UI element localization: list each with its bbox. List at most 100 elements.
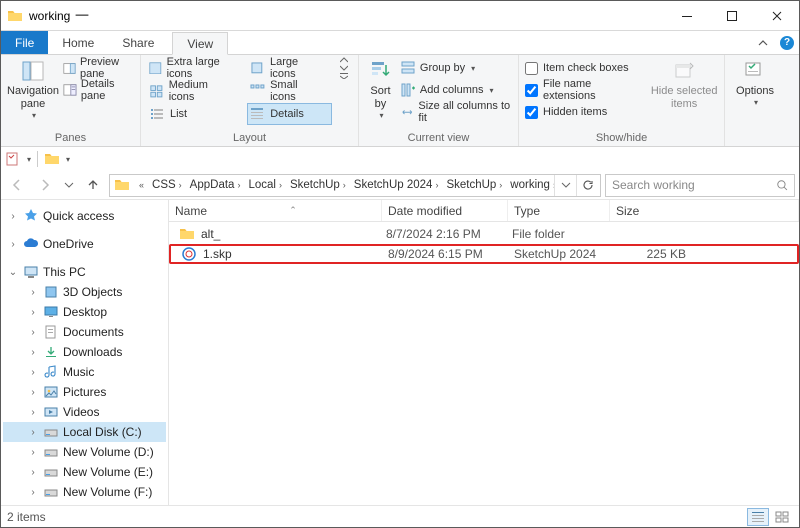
- hidden-items-check[interactable]: Hidden items: [525, 101, 646, 123]
- nav-folder[interactable]: ›Music: [3, 362, 166, 382]
- file-row[interactable]: 1.skp8/9/2024 6:15 PMSketchUp 2024225 KB: [169, 244, 799, 264]
- folder-icon: [7, 8, 23, 24]
- breadcrumb-segment[interactable]: CSS›: [148, 179, 186, 191]
- nav-folder[interactable]: ›3D Objects: [3, 282, 166, 302]
- breadcrumb-segment[interactable]: SketchUp 2024›: [350, 179, 443, 191]
- open-folder-icon[interactable]: [44, 151, 60, 167]
- layout-spinner[interactable]: [336, 57, 352, 79]
- menu-share[interactable]: Share: [108, 31, 168, 54]
- hidden-items-input[interactable]: [525, 106, 538, 119]
- help-button[interactable]: ?: [775, 31, 799, 54]
- up-button[interactable]: [81, 173, 105, 197]
- properties-icon[interactable]: [5, 151, 21, 167]
- item-check-boxes-check[interactable]: Item check boxes: [525, 57, 646, 79]
- expand-icon[interactable]: ›: [7, 211, 19, 222]
- navigation-tree[interactable]: ›Quick access ›OneDrive ⌄This PC ›3D Obj…: [1, 200, 169, 505]
- search-input[interactable]: [610, 177, 775, 193]
- column-date[interactable]: Date modified: [382, 200, 508, 221]
- layout-extra-large[interactable]: Extra large icons: [147, 57, 237, 79]
- layout-medium[interactable]: Medium icons: [147, 80, 237, 102]
- nav-folder[interactable]: ›Downloads: [3, 342, 166, 362]
- chevron-down-icon: [340, 65, 348, 71]
- chevron-down-icon[interactable]: ▾: [27, 155, 31, 164]
- expand-icon[interactable]: ›: [27, 367, 39, 378]
- sort-icon: [368, 59, 392, 83]
- menu-file[interactable]: File: [1, 31, 48, 54]
- column-size[interactable]: Size: [610, 200, 799, 221]
- title-dropdown-icon[interactable]: [74, 8, 90, 24]
- expand-icon[interactable]: ›: [27, 347, 39, 358]
- file-list[interactable]: alt_8/7/2024 2:16 PMFile folder1.skp8/9/…: [169, 222, 799, 505]
- nav-drive[interactable]: ›New Volume (F:): [3, 482, 166, 502]
- layout-small[interactable]: Small icons: [247, 80, 332, 102]
- expand-icon[interactable]: ›: [27, 447, 39, 458]
- breadcrumb-segment[interactable]: working›: [506, 179, 554, 191]
- breadcrumb-segment[interactable]: Local›: [244, 179, 286, 191]
- expand-icon[interactable]: ›: [27, 487, 39, 498]
- expand-icon[interactable]: ›: [27, 467, 39, 478]
- nav-drive[interactable]: ›New Volume (E:): [3, 462, 166, 482]
- breadcrumb-segment[interactable]: SketchUp›: [442, 179, 506, 191]
- collapse-ribbon-button[interactable]: [751, 31, 775, 54]
- navigation-pane-button[interactable]: Navigation pane ▾: [7, 59, 59, 120]
- add-columns-button[interactable]: Add columns▾: [400, 79, 512, 101]
- maximize-button[interactable]: [709, 1, 754, 30]
- size-columns-icon: [400, 104, 415, 120]
- size-all-columns-button[interactable]: Size all columns to fit: [400, 101, 512, 123]
- layout-details[interactable]: Details: [247, 103, 332, 125]
- nav-quick-access[interactable]: ›Quick access: [3, 206, 166, 226]
- onedrive-icon: [23, 236, 39, 252]
- view-details-button[interactable]: [747, 508, 769, 526]
- column-type[interactable]: Type: [508, 200, 610, 221]
- expand-icon[interactable]: ›: [27, 407, 39, 418]
- file-row[interactable]: alt_8/7/2024 2:16 PMFile folder: [169, 224, 799, 244]
- close-button[interactable]: [754, 1, 799, 30]
- group-by-button[interactable]: Group by▾: [400, 57, 512, 79]
- chevron-down-icon[interactable]: ▾: [66, 155, 70, 164]
- item-check-boxes-input[interactable]: [525, 62, 538, 75]
- expand-icon[interactable]: ›: [27, 287, 39, 298]
- expand-icon[interactable]: ›: [27, 427, 39, 438]
- column-name[interactable]: Name⌃: [169, 200, 382, 221]
- expand-icon[interactable]: ›: [7, 239, 19, 250]
- nav-folder[interactable]: › Documents: [3, 322, 166, 342]
- nav-drive[interactable]: ›New Volume (D:): [3, 442, 166, 462]
- hide-selected-button[interactable]: Hide selected items: [650, 59, 718, 111]
- layout-list[interactable]: List: [147, 103, 237, 125]
- refresh-button[interactable]: [576, 175, 598, 196]
- search-box[interactable]: [605, 174, 795, 197]
- expand-icon[interactable]: ›: [27, 307, 39, 318]
- file-extensions-check[interactable]: File name extensions: [525, 79, 646, 101]
- menu-home[interactable]: Home: [48, 31, 108, 54]
- forward-button[interactable]: [33, 173, 57, 197]
- collapse-icon[interactable]: ⌄: [7, 267, 19, 278]
- layout-large[interactable]: Large icons: [247, 57, 332, 79]
- navigation-pane-icon: [21, 59, 45, 83]
- nav-this-pc[interactable]: ⌄This PC: [3, 262, 166, 282]
- minimize-button[interactable]: [664, 1, 709, 30]
- nav-drive[interactable]: ›Local Disk (C:): [3, 422, 166, 442]
- view-thumbnails-button[interactable]: [771, 508, 793, 526]
- breadcrumb-overflow[interactable]: «: [132, 180, 148, 190]
- menu-view[interactable]: View: [172, 32, 228, 55]
- history-button[interactable]: [61, 173, 77, 197]
- details-pane-label: Details pane: [81, 78, 134, 102]
- sort-by-button[interactable]: Sort by ▾: [365, 59, 396, 120]
- back-button[interactable]: [5, 173, 29, 197]
- nav-folder[interactable]: ›Pictures: [3, 382, 166, 402]
- breadcrumb-segment[interactable]: SketchUp›: [286, 179, 350, 191]
- details-pane-button[interactable]: Details pane: [63, 79, 134, 101]
- nav-folder[interactable]: ›Videos: [3, 402, 166, 422]
- nav-onedrive[interactable]: ›OneDrive: [3, 234, 166, 254]
- expand-icon[interactable]: ›: [27, 387, 39, 398]
- options-button[interactable]: Options ▾: [731, 59, 779, 107]
- file-extensions-input[interactable]: [525, 84, 538, 97]
- breadcrumb-segment[interactable]: AppData›: [186, 179, 245, 191]
- address-history-button[interactable]: [554, 175, 576, 196]
- chevron-down-icon: ▾: [471, 64, 475, 73]
- preview-pane-button[interactable]: Preview pane: [63, 57, 134, 79]
- nav-label: Documents: [63, 325, 124, 339]
- nav-folder[interactable]: ›Desktop: [3, 302, 166, 322]
- expand-icon[interactable]: ›: [27, 327, 39, 338]
- address-bar[interactable]: « CSS›AppData›Local›SketchUp›SketchUp 20…: [109, 174, 601, 197]
